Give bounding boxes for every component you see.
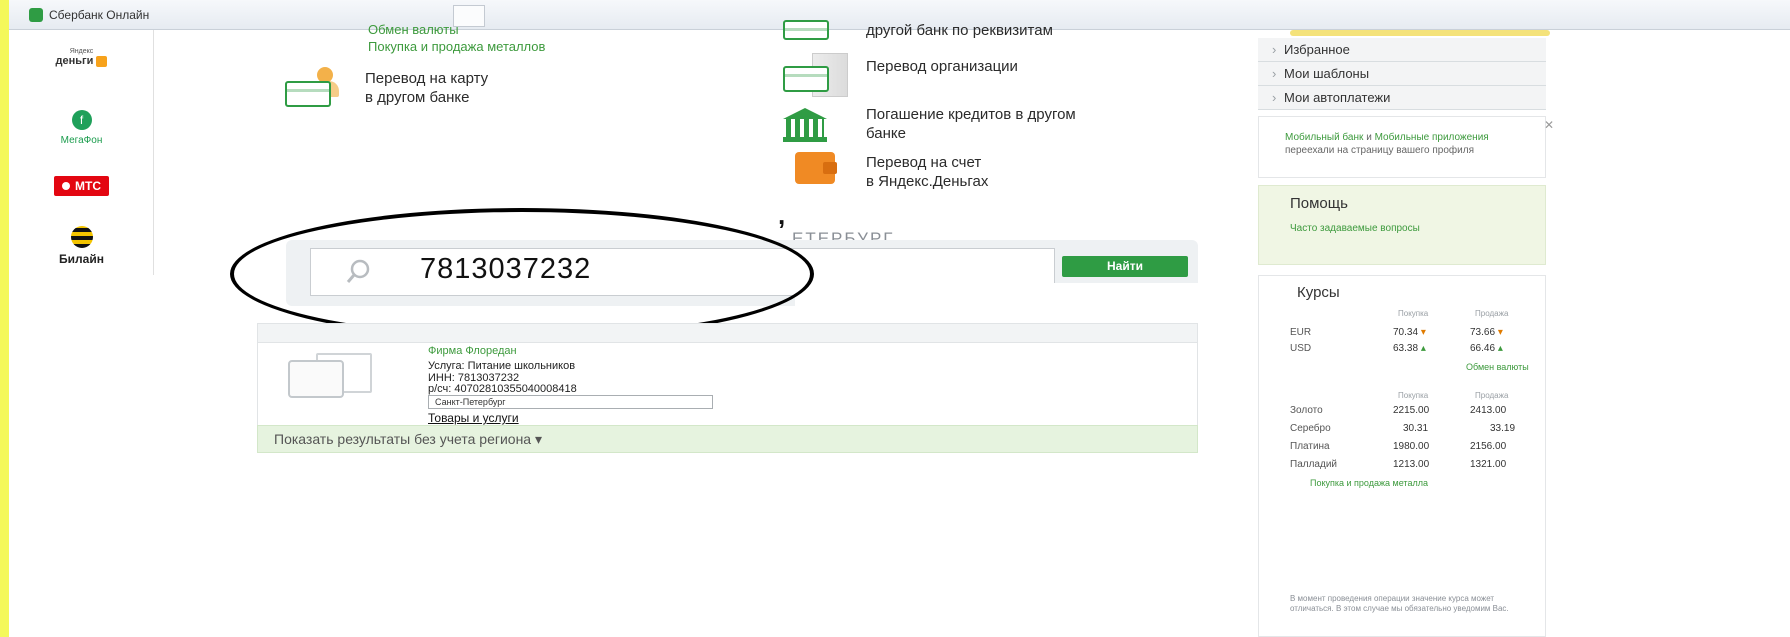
service-line: в Яндекс.Деньгах [866, 173, 989, 190]
operator-small-label: Яндекс [69, 48, 94, 55]
operator-label: деньги [55, 55, 94, 67]
help-title: Помощь [1290, 195, 1348, 212]
metal-buy: 30.31 [1403, 423, 1429, 434]
notice-text: и [1366, 132, 1372, 143]
notice-text: переехали на страницу вашего профиля [1285, 145, 1474, 156]
service-line: Перевод на счет [866, 154, 982, 171]
arrow-down-icon: ▾ [1420, 327, 1426, 338]
currency-buy: 63.38 ▴ [1393, 343, 1426, 354]
service-line: Погашение кредитов в другом [866, 106, 1076, 123]
metal-name: Золото [1290, 405, 1323, 416]
operator-label: Билайн [59, 252, 104, 266]
left-edge [0, 0, 9, 637]
rates-disclaimer: В момент проведения операции значение ку… [1290, 594, 1509, 613]
currency-buy: 70.34 ▾ [1393, 327, 1426, 338]
mts-logo-icon: МТС [54, 176, 109, 196]
rates-head-sell: Продажа [1475, 309, 1509, 318]
currency-sell: 66.46 ▴ [1470, 343, 1503, 354]
metal-name: Платина [1290, 441, 1330, 452]
arrow-up-icon: ▴ [1497, 343, 1503, 354]
show-all-regions-button[interactable]: Показать результаты без учета региона ▾ [257, 425, 1198, 453]
operator-yandex-money[interactable]: Яндекс деньги [9, 48, 154, 67]
arrow-down-icon: ▾ [1497, 327, 1503, 338]
service-organization-transfer[interactable]: Перевод организации [866, 57, 1018, 76]
metal-sell: 2413.00 [1470, 405, 1507, 416]
my-finances-badge [1290, 30, 1550, 36]
sberbank-logo-icon [29, 8, 43, 22]
yandex-money-icon [96, 55, 108, 67]
metal-buy: 2215.00 [1393, 405, 1430, 416]
wallet-outline-icon [288, 360, 344, 398]
chevron-down-icon: ▾ [534, 431, 543, 447]
service-line: Перевод на карту [365, 70, 489, 87]
metals-link[interactable]: Покупка и продажа металлов [368, 39, 545, 54]
page: Сбербанк Онлайн Яндекс деньги f МегаФон … [0, 0, 1790, 637]
result-account: р/сч: 40702810355040008418 [428, 383, 577, 395]
metals-head-buy: Покупка [1398, 391, 1429, 400]
find-button[interactable]: Найти [1062, 256, 1188, 277]
search-value: 7813037232 [420, 253, 592, 285]
metal-sell: 1321.00 [1470, 459, 1507, 470]
currency-exchange-link[interactable]: Обмен валюты [368, 22, 459, 37]
card-icon [783, 66, 829, 92]
rates-head-buy: Покупка [1398, 309, 1429, 318]
card-icon [285, 81, 331, 107]
megafon-icon: f [71, 110, 92, 130]
currency-buy-value: 63.38 [1393, 343, 1419, 354]
service-loan-repayment[interactable]: Погашение кредитов в другом банке [866, 105, 1076, 143]
bank-icon [783, 108, 827, 142]
service-yandex-transfer[interactable]: Перевод на счет в Яндекс.Деньгах [866, 153, 988, 191]
search-results [257, 343, 1198, 425]
operator-beeline[interactable]: Билайн [9, 226, 154, 266]
metal-sell: 2156.00 [1470, 441, 1507, 452]
mobile-apps-link[interactable]: Мобильные приложения [1375, 132, 1489, 143]
mobile-bank-notice: Мобильный банк и Мобильные приложения пе… [1258, 116, 1546, 178]
metals-head-sell: Продажа [1475, 391, 1509, 400]
sidebar-item-templates[interactable]: Мои шаблоны [1258, 62, 1546, 86]
wallet-icon [795, 152, 837, 184]
metals-trade-link[interactable]: Покупка и продажа металла [1310, 478, 1428, 488]
operator-label: МТС [75, 179, 101, 193]
show-all-label: Показать результаты без учета региона [274, 431, 532, 447]
metal-buy: 1213.00 [1393, 459, 1430, 470]
beeline-icon [70, 226, 93, 248]
operator-label: МегаФон [60, 135, 103, 146]
service-line: в другом банке [365, 89, 470, 106]
arrow-up-icon: ▴ [1420, 343, 1426, 354]
faq-link[interactable]: Часто задаваемые вопросы [1290, 223, 1470, 235]
service-other-bank[interactable]: другой банк по реквизитам [866, 21, 1053, 40]
marker-stroke: , [778, 200, 786, 230]
operator-megafon[interactable]: f МегаФон [9, 110, 154, 146]
operator-mts[interactable]: МТС [9, 176, 154, 196]
card-icon [783, 20, 829, 40]
overlay-cover [795, 283, 1205, 306]
currency-buy-value: 70.34 [1393, 327, 1419, 338]
currency-sell: 73.66 ▾ [1470, 327, 1503, 338]
results-header [257, 323, 1198, 343]
result-region-select[interactable]: Санкт-Петербург [428, 395, 713, 409]
mobile-bank-link[interactable]: Мобильный банк [1285, 132, 1363, 143]
sidebar-item-favorites[interactable]: Избранное [1258, 38, 1546, 62]
service-line: банке [866, 125, 906, 142]
rates-title: Курсы [1297, 284, 1340, 301]
result-service: Услуга: Питание школьников [428, 360, 576, 372]
currency-sell-value: 66.46 [1470, 343, 1496, 354]
result-name[interactable]: Фирма Флоредан [428, 345, 517, 357]
goods-and-services-link[interactable]: Товары и услуги [428, 411, 519, 425]
sidebar-item-autopayments[interactable]: Мои автоплатежи [1258, 86, 1546, 110]
metal-name: Серебро [1290, 423, 1331, 434]
service-card-transfer[interactable]: Перевод на карту в другом банке [365, 69, 488, 107]
metal-name: Палладий [1290, 459, 1337, 470]
tab-title: Сбербанк Онлайн [49, 8, 150, 22]
metal-buy: 1980.00 [1393, 441, 1430, 452]
metal-sell: 33.19 [1490, 423, 1516, 434]
operators-panel: Яндекс деньги f МегаФон МТС Билайн [9, 30, 154, 275]
currency-name: USD [1290, 343, 1312, 354]
rates-exchange-link[interactable]: Обмен валюты [1466, 362, 1529, 372]
close-icon[interactable]: ✕ [1544, 118, 1554, 132]
currency-name: EUR [1290, 327, 1312, 338]
currency-sell-value: 73.66 [1470, 327, 1496, 338]
search-icon [346, 259, 370, 283]
